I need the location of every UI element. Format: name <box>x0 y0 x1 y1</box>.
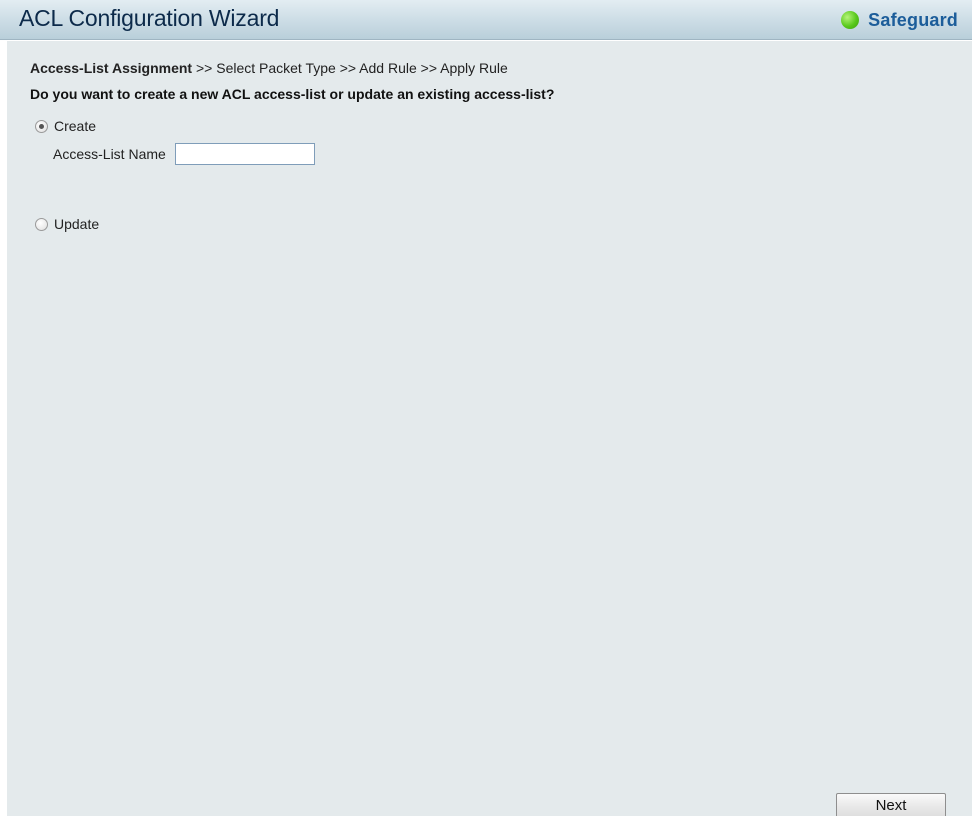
wizard-content: Access-List Assignment >> Select Packet … <box>7 41 972 816</box>
breadcrumb-remaining-steps: >> Select Packet Type >> Add Rule >> App… <box>195 60 508 76</box>
access-list-name-label: Access-List Name <box>53 146 166 162</box>
breadcrumb: Access-List Assignment >> Select Packet … <box>30 60 508 76</box>
safeguard-status-icon <box>841 11 860 29</box>
page-title: ACL Configuration Wizard <box>19 5 280 31</box>
update-radio[interactable] <box>35 217 48 231</box>
update-label: Update <box>54 216 100 232</box>
acl-wizard-page: ACL Configuration Wizard Safeguard Acces… <box>0 0 972 816</box>
create-option[interactable]: Create <box>35 118 96 134</box>
update-option[interactable]: Update <box>35 216 99 232</box>
next-button[interactable]: Next <box>836 793 946 816</box>
access-list-name-input[interactable] <box>174 143 315 165</box>
wizard-question: Do you want to create a new ACL access-l… <box>30 86 555 102</box>
create-label: Create <box>54 118 97 134</box>
safeguard-label: Safeguard <box>868 9 958 30</box>
access-list-name-row: Access-List Name <box>53 143 315 165</box>
breadcrumb-current-step: Access-List Assignment <box>30 60 193 76</box>
wizard-header: ACL Configuration Wizard Safeguard <box>0 0 972 40</box>
create-radio[interactable] <box>35 119 48 133</box>
safeguard-indicator: Safeguard <box>841 8 958 32</box>
